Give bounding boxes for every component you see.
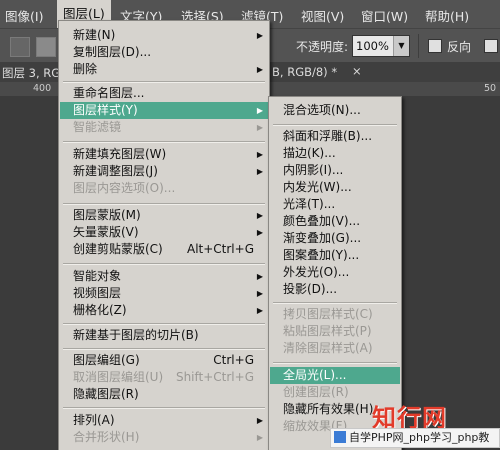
submenu-arrow-icon: ▶ xyxy=(256,272,263,281)
menu-item-new-layer-based-slice[interactable]: 新建基于图层的切片(B) xyxy=(60,327,268,344)
menu-item-bevel-emboss[interactable]: 斜面和浮雕(B)... xyxy=(270,128,400,145)
separator xyxy=(63,203,265,205)
divider xyxy=(418,34,419,58)
menu-item-arrange[interactable]: 排列(A) ▶ xyxy=(60,412,268,429)
menu-window[interactable]: 窗口(W) xyxy=(361,6,408,25)
menu-item-layer-mask[interactable]: 图层蒙版(M) ▶ xyxy=(60,207,268,224)
shortcut-label: Shift+Ctrl+G xyxy=(175,370,254,384)
submenu-arrow-icon: ▶ xyxy=(256,416,263,425)
menu-item-new-adjustment-layer[interactable]: 新建调整图层(J) ▶ xyxy=(60,163,268,180)
submenu-arrow-icon: ▶ xyxy=(256,31,263,40)
submenu-arrow-icon: ▶ xyxy=(256,228,263,237)
document-mode: B, RGB/8) * xyxy=(272,65,338,79)
menu-item-copy-layer-style[interactable]: 拷贝图层样式(C) xyxy=(270,306,400,323)
menu-item-blending-options[interactable]: 混合选项(N)... xyxy=(270,102,400,119)
separator xyxy=(63,323,265,325)
menu-image[interactable]: 图像(I) xyxy=(5,6,43,25)
ruler-tick-label: 50 xyxy=(484,83,497,94)
menu-item-stroke[interactable]: 描边(K)... xyxy=(270,145,400,162)
menu-item-group-layers[interactable]: 图层编组(G) Ctrl+G xyxy=(60,352,268,369)
menu-item-outer-glow[interactable]: 外发光(O)... xyxy=(270,264,400,281)
menu-item-new-fill-layer[interactable]: 新建填充图层(W) ▶ xyxy=(60,146,268,163)
submenu-arrow-icon: ▶ xyxy=(256,306,263,315)
opacity-label: 不透明度: xyxy=(296,40,349,54)
menu-item-layer-content-options[interactable]: 图层内容选项(O)... xyxy=(60,180,268,197)
separator xyxy=(63,141,265,143)
opacity-field[interactable]: 100% ▼ xyxy=(352,35,410,57)
separator xyxy=(63,263,265,265)
menu-item-rasterize[interactable]: 栅格化(Z) ▶ xyxy=(60,302,268,319)
menu-item-duplicate-layer[interactable]: 复制图层(D)... xyxy=(60,44,268,61)
watermark-banner: 自学PHP网_php学习_php教 xyxy=(330,428,500,448)
menu-item-global-light[interactable]: 全局光(L)... xyxy=(270,367,400,384)
ruler-tick-label: 400 xyxy=(33,83,52,94)
menu-view[interactable]: 视图(V) xyxy=(301,6,344,25)
separator xyxy=(63,407,265,409)
shortcut-label: Ctrl+G xyxy=(213,353,254,367)
watermark-banner-text: 自学PHP网_php学习_php教 xyxy=(349,431,490,444)
gradient-linear-icon[interactable] xyxy=(10,37,30,57)
submenu-arrow-icon: ▶ xyxy=(256,65,263,74)
menu-item-color-overlay[interactable]: 颜色叠加(V)... xyxy=(270,213,400,230)
menu-item-inner-shadow[interactable]: 内阴影(I)... xyxy=(270,162,400,179)
document-title: 图层 3, RG xyxy=(2,66,61,80)
submenu-arrow-icon: ▶ xyxy=(256,167,263,176)
menu-item-hide-layers[interactable]: 隐藏图层(R) xyxy=(60,386,268,403)
menu-item-gradient-overlay[interactable]: 渐变叠加(G)... xyxy=(270,230,400,247)
submenu-arrow-icon: ▶ xyxy=(256,289,263,298)
menu-item-paste-layer-style[interactable]: 粘贴图层样式(P) xyxy=(270,323,400,340)
menu-item-inner-glow[interactable]: 内发光(W)... xyxy=(270,179,400,196)
menu-item-create-clipping-mask[interactable]: 创建剪贴蒙版(C) Alt+Ctrl+G xyxy=(60,241,268,258)
site-logo-icon xyxy=(334,431,346,443)
menu-help[interactable]: 帮助(H) xyxy=(425,6,469,25)
separator xyxy=(273,124,397,126)
menu-item-delete[interactable]: 删除 ▶ xyxy=(60,61,268,78)
shortcut-label: Alt+Ctrl+G xyxy=(186,242,254,256)
gradient-radial-icon[interactable] xyxy=(36,37,56,57)
menu-item-smart-filter[interactable]: 智能滤镜 ▶ xyxy=(60,119,268,136)
submenu-arrow-icon: ▶ xyxy=(256,150,263,159)
opacity-value: 100% xyxy=(356,39,389,53)
layer-style-submenu: 混合选项(N)... 斜面和浮雕(B)... 描边(K)... 内阴影(I)..… xyxy=(268,96,402,450)
submenu-arrow-icon: ▶ xyxy=(256,433,263,442)
dither-checkbox[interactable] xyxy=(484,39,498,53)
menu-item-new[interactable]: 新建(N) ▶ xyxy=(60,27,268,44)
menu-item-ungroup-layers[interactable]: 取消图层编组(U) Shift+Ctrl+G xyxy=(60,369,268,386)
submenu-arrow-icon: ▶ xyxy=(256,123,263,132)
separator xyxy=(273,302,397,304)
menu-item-rename-layer[interactable]: 重命名图层... xyxy=(60,85,268,102)
close-icon[interactable]: × xyxy=(352,64,362,78)
separator xyxy=(63,81,265,83)
menu-item-smart-object[interactable]: 智能对象 ▶ xyxy=(60,268,268,285)
menu-item-satin[interactable]: 光泽(T)... xyxy=(270,196,400,213)
separator xyxy=(273,362,397,364)
chevron-down-icon[interactable]: ▼ xyxy=(393,36,409,56)
menu-item-video-layer[interactable]: 视频图层 ▶ xyxy=(60,285,268,302)
menu-item-clear-layer-style[interactable]: 清除图层样式(A) xyxy=(270,340,400,357)
reverse-checkbox[interactable] xyxy=(428,39,442,53)
menu-item-combine-shapes[interactable]: 合并形状(H) ▶ xyxy=(60,429,268,446)
menu-item-vector-mask[interactable]: 矢量蒙版(V) ▶ xyxy=(60,224,268,241)
menu-item-layer-style[interactable]: 图层样式(Y) ▶ xyxy=(60,102,268,119)
menu-item-pattern-overlay[interactable]: 图案叠加(Y)... xyxy=(270,247,400,264)
menu-item-drop-shadow[interactable]: 投影(D)... xyxy=(270,281,400,298)
separator xyxy=(63,348,265,350)
submenu-arrow-icon: ▶ xyxy=(256,211,263,220)
submenu-arrow-icon: ▶ xyxy=(256,106,263,115)
reverse-label: 反向 xyxy=(447,40,472,54)
layer-menu: 新建(N) ▶ 复制图层(D)... 删除 ▶ 重命名图层... 图层样式(Y) ▶ … xyxy=(58,20,270,450)
